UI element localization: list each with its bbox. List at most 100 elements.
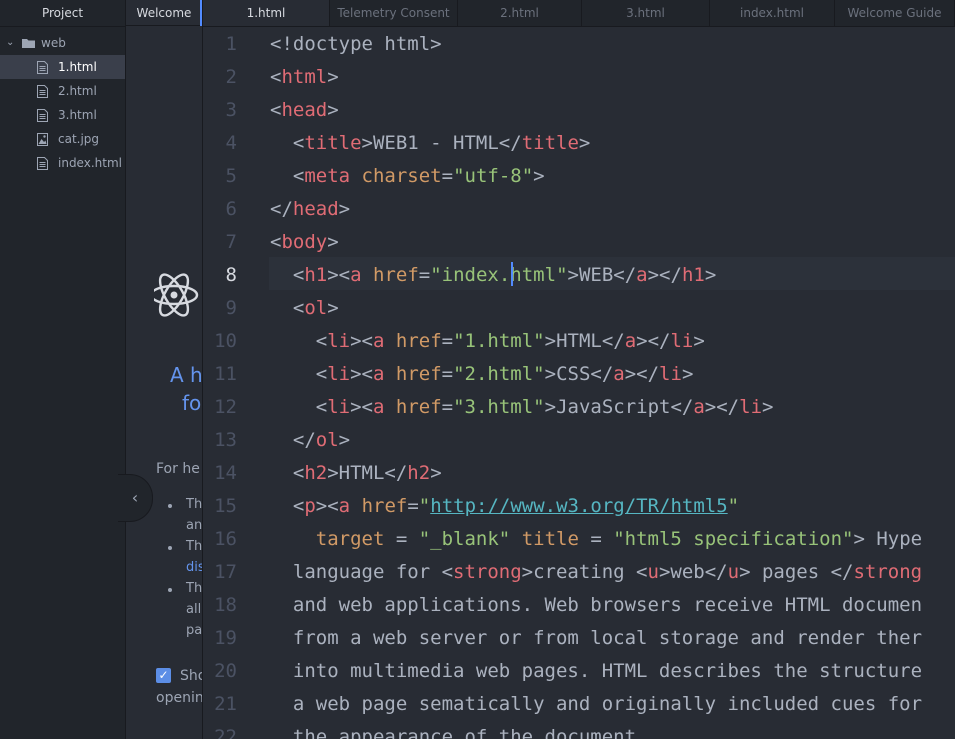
code-token: < — [270, 495, 305, 517]
code-token: >< — [350, 396, 373, 418]
code-line[interactable]: target = "_blank" title = "html5 specifi… — [270, 528, 922, 550]
code-token: html — [281, 66, 328, 88]
tree-folder-web[interactable]: ⌄ web — [0, 31, 125, 55]
code-token: the appearance of the document. — [270, 726, 648, 739]
code-token: li — [670, 330, 694, 352]
code-token: >WEB1 - HTML</ — [361, 132, 522, 154]
code-token: = — [441, 396, 454, 418]
file-text-icon — [37, 157, 48, 170]
code-line[interactable]: <li><a href="2.html">CSS</a></li> — [270, 363, 694, 385]
code-token: u — [647, 561, 659, 583]
code-line[interactable]: <!doctype html> — [270, 33, 442, 55]
code-token: = — [578, 528, 614, 550]
tree-file-item[interactable]: 2.html — [0, 79, 125, 103]
code-token: </ — [270, 429, 316, 451]
code-token: >HTML</ — [544, 330, 625, 352]
code-line[interactable]: <li><a href="1.html">HTML</a></li> — [270, 330, 705, 352]
show-on-startup-checkbox[interactable]: ✓ — [156, 668, 171, 683]
code-token: href — [395, 363, 442, 385]
tab-index-html[interactable]: index.html — [710, 0, 835, 26]
code-token: href — [395, 330, 442, 352]
code-line[interactable]: a web page sematically and originally in… — [270, 693, 922, 715]
code-line[interactable]: from a web server or from local storage … — [270, 627, 922, 649]
line-number: 22 — [214, 726, 237, 739]
line-number: 13 — [214, 429, 237, 451]
code-token: from a web server or from local storage … — [270, 627, 923, 649]
code-token: < — [270, 231, 282, 253]
code-line[interactable]: the appearance of the document. — [270, 726, 648, 739]
tab-3-html[interactable]: 3.html — [582, 0, 710, 26]
code-token: ></ — [636, 330, 671, 352]
line-number: 9 — [225, 297, 237, 319]
tree-file-label: 1.html — [58, 60, 97, 74]
code-token: " — [418, 495, 431, 517]
code-token: a — [636, 264, 648, 286]
code-line[interactable]: <body> — [270, 231, 339, 253]
line-number: 2 — [225, 66, 237, 88]
code-line[interactable]: <ol> — [270, 297, 339, 319]
code-line[interactable]: <html> — [270, 66, 339, 88]
code-line[interactable]: <h2>HTML</h2> — [270, 462, 442, 484]
code-token: > — [533, 165, 545, 187]
code-token: a — [350, 264, 362, 286]
code-token: </ — [270, 198, 293, 220]
tree-file-item[interactable]: index.html — [0, 151, 125, 175]
line-number: 3 — [225, 99, 237, 121]
code-token: a web page sematically and originally in… — [270, 693, 923, 715]
code-token: title — [521, 132, 579, 154]
line-number: 14 — [214, 462, 237, 484]
code-line[interactable]: </ol> — [270, 429, 350, 451]
code-token: ></ — [704, 396, 740, 418]
welcome-item-text: pa — [186, 623, 203, 638]
line-number-gutter: 1 2 3 4 5 6 7 8 9 10 11 12 13 14 15 16 17 18 19 20 21 22 — [203, 27, 261, 739]
code-token: = — [418, 264, 431, 286]
tab-welcome[interactable]: Welcome — [126, 0, 202, 26]
line-number: 7 — [225, 231, 237, 253]
code-token: "utf-8" — [453, 165, 534, 187]
code-token: li — [327, 330, 351, 352]
tree-file-item[interactable]: cat.jpg — [0, 127, 125, 151]
code-token: a — [613, 363, 625, 385]
code-line[interactable]: <title>WEB1 - HTML</title> — [270, 132, 590, 154]
code-line[interactable]: <li><a href="3.html">JavaScript</a></li> — [270, 396, 774, 418]
code-token: ol — [304, 297, 328, 319]
code-token: " — [727, 495, 740, 517]
code-token: http://www.w3.org/TR/html5 — [430, 495, 728, 517]
file-text-icon — [37, 85, 48, 98]
code-token: >< — [327, 264, 351, 286]
code-token: > — [762, 396, 774, 418]
tree-file-item[interactable]: 1.html — [0, 55, 125, 79]
code-line[interactable]: and web applications. Web browsers recei… — [270, 594, 922, 616]
tab-1-html[interactable]: 1.html — [203, 0, 330, 26]
code-line[interactable]: <p><a href="http://www.w3.org/TR/html5" — [270, 495, 739, 517]
code-editor[interactable]: 1 2 3 4 5 6 7 8 9 10 11 12 13 14 15 16 17 18 19 20 21 22 <!do… — [203, 27, 955, 739]
code-token: p — [304, 495, 316, 517]
code-token: >< — [315, 495, 339, 517]
code-line[interactable]: language for <strong>creating <u>web</u>… — [270, 561, 922, 583]
tab-2-html[interactable]: 2.html — [458, 0, 582, 26]
code-line[interactable]: <head> — [270, 99, 339, 121]
code-line[interactable]: into multimedia web pages. HTML describe… — [270, 660, 922, 682]
tree-file-label: index.html — [58, 156, 122, 170]
code-token: meta — [304, 165, 351, 187]
welcome-item-link[interactable]: dis — [186, 560, 202, 575]
welcome-item-text: all — [186, 602, 202, 617]
code-token: "3.html" — [453, 396, 545, 418]
code-token: "_blank" — [418, 528, 511, 550]
tab-welcome-guide[interactable]: Welcome Guide — [835, 0, 955, 26]
code-line[interactable]: </head> — [270, 198, 350, 220]
code-line[interactable]: <meta charset="utf-8"> — [270, 165, 545, 187]
tree-file-item[interactable]: 3.html — [0, 103, 125, 127]
tab-telemetry-consent[interactable]: Telemetry Consent — [330, 0, 458, 26]
code-token: = — [441, 330, 454, 352]
code-line[interactable]: <h1><a href="index.html">WEB</a></h1> — [270, 264, 716, 286]
code-token: < — [270, 297, 305, 319]
code-token: >web</ — [658, 561, 728, 583]
code-token: < — [270, 132, 305, 154]
welcome-help-text: For he — [156, 461, 200, 477]
line-number: 6 — [225, 198, 237, 220]
line-number: 20 — [214, 660, 237, 682]
